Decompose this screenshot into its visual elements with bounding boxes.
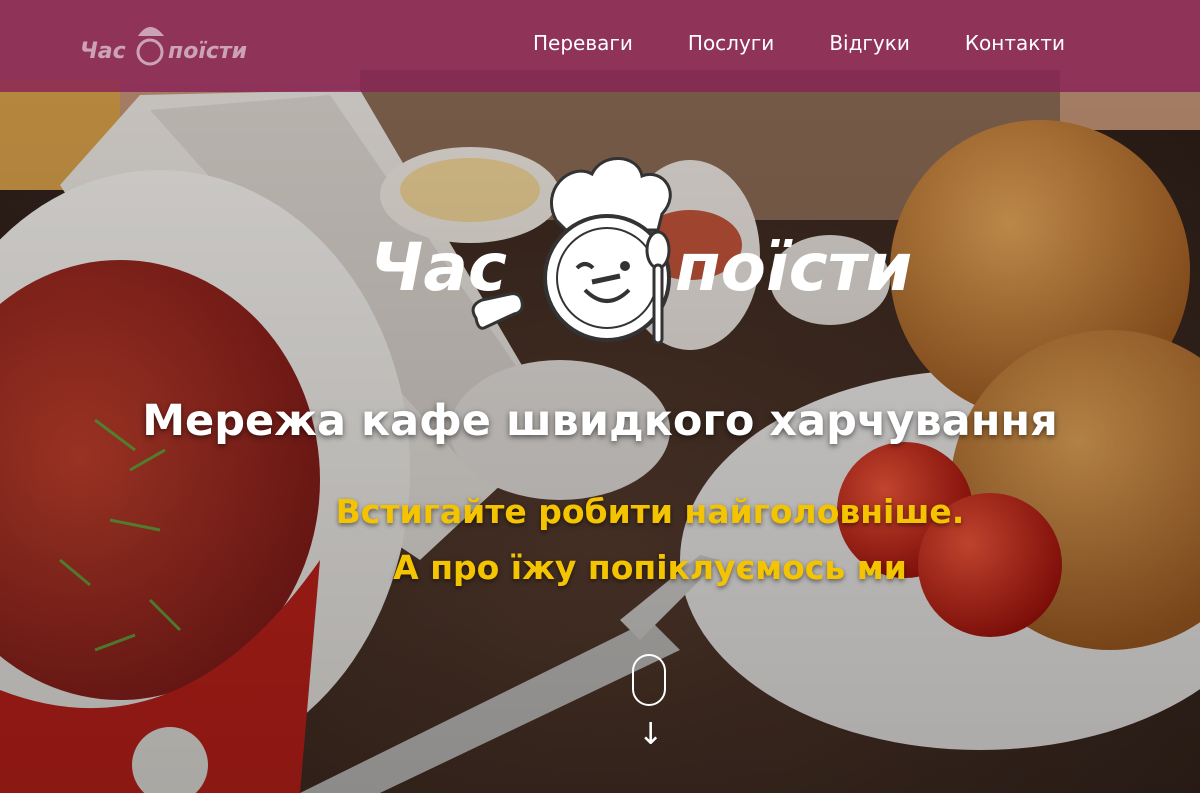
arrow-down-icon[interactable]: ↓ bbox=[638, 712, 663, 758]
hero-logo-text-left: Час bbox=[370, 229, 507, 306]
nav-item-reviews[interactable]: Відгуки bbox=[829, 31, 910, 55]
header-logo[interactable]: Час поїсти bbox=[80, 14, 255, 76]
site-header: Час поїсти Переваги Послуги Відгуки Конт… bbox=[0, 0, 1200, 92]
hero-title: Мережа кафе швидкого харчування bbox=[142, 396, 1058, 446]
header-logo-text-right: поїсти bbox=[168, 39, 247, 64]
clock-icon bbox=[136, 38, 164, 66]
hero-subtitle-line1: Встигайте робити найголовніше. bbox=[335, 492, 965, 531]
header-logo-text-left: Час bbox=[80, 39, 126, 64]
nav-item-contacts[interactable]: Контакти bbox=[965, 31, 1065, 55]
hero-logo: Час поїсти bbox=[370, 150, 930, 350]
mouse-scroll-icon[interactable] bbox=[632, 654, 666, 706]
chef-hat-icon bbox=[138, 27, 164, 36]
hero-subtitle-line2: А про їжу попіклуємось ми bbox=[393, 548, 907, 587]
main-nav: Переваги Послуги Відгуки Контакти bbox=[533, 31, 1065, 55]
hero-logo-text-right: поїсти bbox=[675, 229, 912, 306]
nav-item-advantages[interactable]: Переваги bbox=[533, 31, 633, 55]
nav-item-services[interactable]: Послуги bbox=[688, 31, 774, 55]
